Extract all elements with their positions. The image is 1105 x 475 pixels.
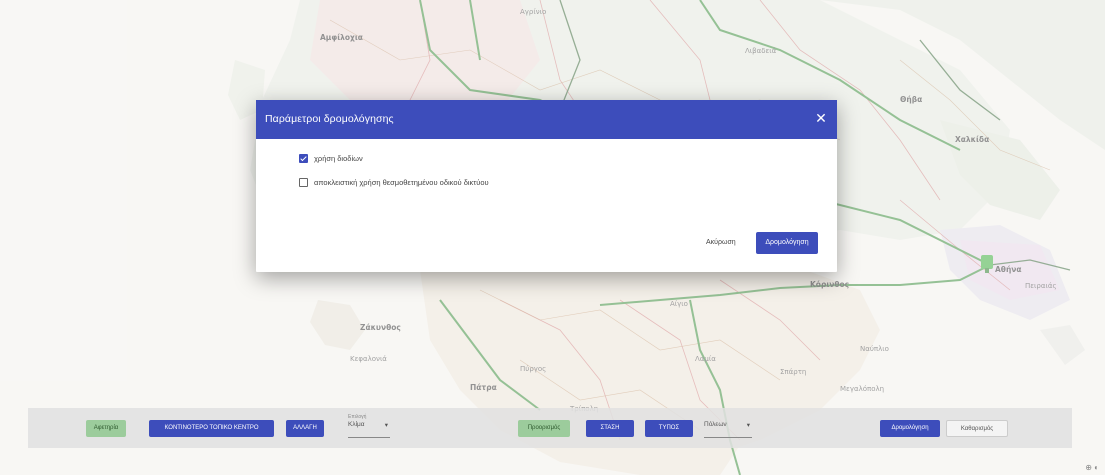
nearest-local-center-button[interactable]: ΚΟΝΤΙΝΟΤΕΡΟ ΤΟΠΙΚΟ ΚΕΝΤΡΟ [149,420,274,437]
change-button[interactable]: ΑΛΛΑΓΗ [286,420,324,437]
type-button[interactable]: ΤΥΠΟΣ [645,420,693,437]
use-tolls-checkbox[interactable] [299,153,308,163]
dialog-title: Παράμετροι δρομολόγησης [265,113,394,125]
use-tolls-label: χρήση διοδίων [314,153,363,163]
route-toolbar: Αφετηρία ΚΟΝΤΙΝΟΤΕΡΟ ΤΟΠΙΚΟ ΚΕΝΤΡΟ ΑΛΛΑΓ… [28,408,1072,448]
stop-button[interactable]: ΣΤΑΣΗ [586,420,634,437]
destination-button[interactable]: Προορισμός [518,420,570,437]
left-select[interactable]: Κλίμα ▾ [348,421,390,438]
origin-button[interactable]: Αφετηρία [86,420,126,437]
official-network-option[interactable]: αποκλειστική χρήση θεσμοθετημένου οδικού… [299,176,489,188]
left-select-value: Κλίμα [348,421,365,428]
dialog-header: Παράμετροι δρομολόγησης ✕ [256,100,837,139]
map-controls-icon[interactable]: ⊕ ◐ [1085,463,1099,472]
select-caption: Επιλογή [348,414,367,420]
route-button[interactable]: Δρομολόγηση [880,420,940,437]
chevron-down-icon: ▾ [746,422,750,429]
use-tolls-option[interactable]: χρήση διοδίων [299,152,363,164]
close-icon[interactable]: ✕ [813,110,829,126]
route-confirm-button[interactable]: Δρομολόγηση [756,232,818,254]
middle-select-value: Πόλεων [704,421,727,428]
official-network-label: αποκλειστική χρήση θεσμοθετημένου οδικού… [314,177,489,187]
cancel-button[interactable]: Ακύρωση [703,234,739,252]
official-network-checkbox[interactable] [299,177,308,187]
clear-button[interactable]: Καθαρισμός [946,420,1008,437]
routing-parameters-dialog: Παράμετροι δρομολόγησης ✕ χρήση διοδίων … [256,100,837,272]
chevron-down-icon: ▾ [384,422,388,429]
middle-select[interactable]: Πόλεων ▾ [704,421,752,438]
